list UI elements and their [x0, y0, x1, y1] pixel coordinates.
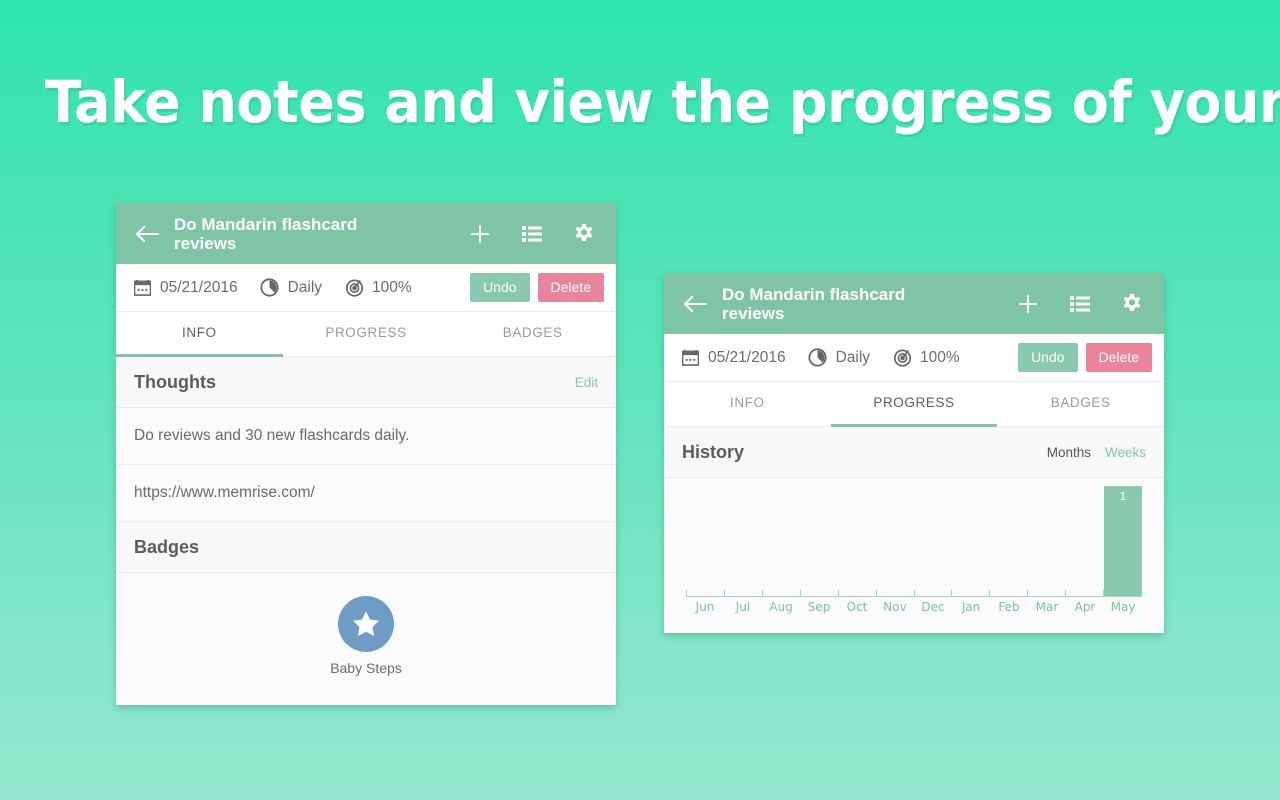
chart-bar-slot	[914, 486, 952, 596]
chart-bar-value: 1	[1119, 490, 1127, 503]
chart-bar-slot	[990, 486, 1028, 596]
history-title: History	[682, 441, 745, 462]
chart-bar-slot	[1066, 486, 1104, 596]
plus-icon[interactable]	[468, 222, 492, 246]
stat-date: 05/21/2016	[680, 348, 786, 368]
app-bar: Do Mandarin flashcard reviews	[664, 273, 1164, 334]
badge-baby-steps[interactable]	[338, 595, 394, 652]
plus-icon[interactable]	[1016, 292, 1040, 316]
chart-month-label: Dec	[921, 600, 945, 614]
badges-section-header: Badges	[116, 522, 616, 573]
chart-month-label: Sep	[807, 600, 831, 614]
arrow-left-icon[interactable]	[132, 219, 162, 249]
list-icon[interactable]	[1068, 292, 1092, 316]
chart-bar-slot: 1	[1104, 486, 1142, 596]
edit-thoughts-link[interactable]: Edit	[575, 375, 598, 390]
badge-label: Baby Steps	[330, 659, 402, 676]
delete-button[interactable]: Delete	[537, 273, 604, 302]
tab-bar: INFO PROGRESS BADGES	[116, 312, 616, 357]
chart-bar-slot	[838, 486, 876, 596]
chart-month-label: Feb	[998, 600, 1020, 614]
stat-frequency-value: Daily	[835, 348, 871, 366]
page-title: Take notes and view the progress of your…	[44, 68, 1280, 136]
clock-pie-icon	[808, 348, 828, 368]
star-icon	[353, 610, 379, 636]
gear-icon[interactable]	[1120, 292, 1144, 316]
habit-stat-bar: 05/21/2016 Daily 100% Undo Delete	[664, 334, 1164, 382]
history-bar-chart: 1 Jun Jul Aug Sep Oct Nov Dec Jan Feb Mar Apr May	[664, 478, 1164, 628]
habit-stat-bar: 05/21/2016 Daily 100% Undo Delete	[116, 264, 616, 312]
chart-month-label: Oct	[846, 600, 868, 614]
stat-date-value: 05/21/2016	[160, 278, 238, 296]
calendar-icon	[132, 278, 152, 298]
stat-date: 05/21/2016	[132, 278, 238, 298]
tab-bar: INFO PROGRESS BADGES	[664, 382, 1164, 427]
chart-bar[interactable]: 1	[1104, 486, 1142, 596]
app-bar-title: Do Mandarin flashcard reviews	[722, 284, 906, 323]
chart-month-label: Aug	[769, 600, 793, 614]
habit-detail-card-info: Do Mandarin flashcard reviews 05/21/2016…	[116, 203, 616, 705]
habit-detail-card-progress: Do Mandarin flashcard reviews 05/21/2016…	[664, 273, 1164, 633]
app-bar-title: Do Mandarin flashcard reviews	[174, 214, 358, 253]
tab-progress[interactable]: PROGRESS	[830, 382, 998, 427]
stat-completion: 100%	[892, 348, 960, 368]
app-bar-actions	[1016, 292, 1148, 316]
chart-bar-slot	[762, 486, 800, 596]
thoughts-section-header: Thoughts Edit	[116, 357, 616, 408]
chart-month-label: Jan	[961, 600, 981, 614]
chart-month-label: May	[1110, 600, 1136, 614]
history-section-header: History Months Weeks	[664, 427, 1164, 478]
thought-row[interactable]: https://www.memrise.com/	[116, 465, 616, 522]
chart-month-label: Nov	[883, 600, 907, 614]
app-bar: Do Mandarin flashcard reviews	[116, 203, 616, 264]
chart-x-tick-labels: Jun Jul Aug Sep Oct Nov Dec Jan Feb Mar Apr May	[686, 600, 1142, 614]
tab-info[interactable]: INFO	[116, 312, 283, 357]
chart-bars: 1	[686, 486, 1142, 596]
chart-x-axis	[686, 596, 1142, 597]
stat-frequency-value: Daily	[287, 278, 323, 296]
chart-month-label: Apr	[1074, 600, 1096, 614]
chart-month-label: Jul	[735, 600, 751, 614]
stat-frequency: Daily	[260, 278, 322, 298]
chart-bar-slot	[1028, 486, 1066, 596]
stat-completion-value: 100%	[372, 278, 412, 296]
badges-title: Badges	[134, 536, 200, 557]
calendar-icon	[680, 348, 700, 368]
range-months-option[interactable]: Months	[1047, 445, 1091, 460]
chart-month-label: Jun	[695, 600, 715, 614]
statbar-buttons: Undo Delete	[1018, 343, 1152, 372]
undo-button[interactable]: Undo	[470, 273, 530, 302]
thought-row[interactable]: Do reviews and 30 new flashcards daily.	[116, 408, 616, 465]
app-bar-actions	[468, 222, 600, 246]
tab-progress[interactable]: PROGRESS	[283, 312, 450, 356]
statbar-buttons: Undo Delete	[470, 273, 604, 302]
target-icon	[344, 278, 364, 298]
chart-month-label: Mar	[1035, 600, 1059, 614]
arrow-left-icon[interactable]	[680, 289, 710, 319]
tab-badges[interactable]: BADGES	[449, 312, 616, 356]
gear-icon[interactable]	[572, 222, 596, 246]
chart-bar-slot	[686, 486, 724, 596]
chart-bar-slot	[724, 486, 762, 596]
thoughts-title: Thoughts	[134, 371, 216, 392]
undo-button[interactable]: Undo	[1018, 343, 1078, 372]
history-range-toggles: Months Weeks	[1047, 445, 1146, 460]
target-icon	[892, 348, 912, 368]
tab-info[interactable]: INFO	[664, 382, 831, 426]
stat-completion-value: 100%	[920, 348, 960, 366]
list-icon[interactable]	[520, 222, 544, 246]
badges-list: Baby Steps	[116, 573, 616, 698]
chart-bar-slot	[876, 486, 914, 596]
clock-pie-icon	[260, 278, 280, 298]
range-weeks-option[interactable]: Weeks	[1105, 445, 1146, 460]
stat-date-value: 05/21/2016	[708, 348, 786, 366]
stat-completion: 100%	[344, 278, 412, 298]
tab-badges[interactable]: BADGES	[997, 382, 1164, 426]
delete-button[interactable]: Delete	[1085, 343, 1152, 372]
chart-bar-slot	[800, 486, 838, 596]
chart-bar-slot	[952, 486, 990, 596]
stat-frequency: Daily	[808, 348, 870, 368]
